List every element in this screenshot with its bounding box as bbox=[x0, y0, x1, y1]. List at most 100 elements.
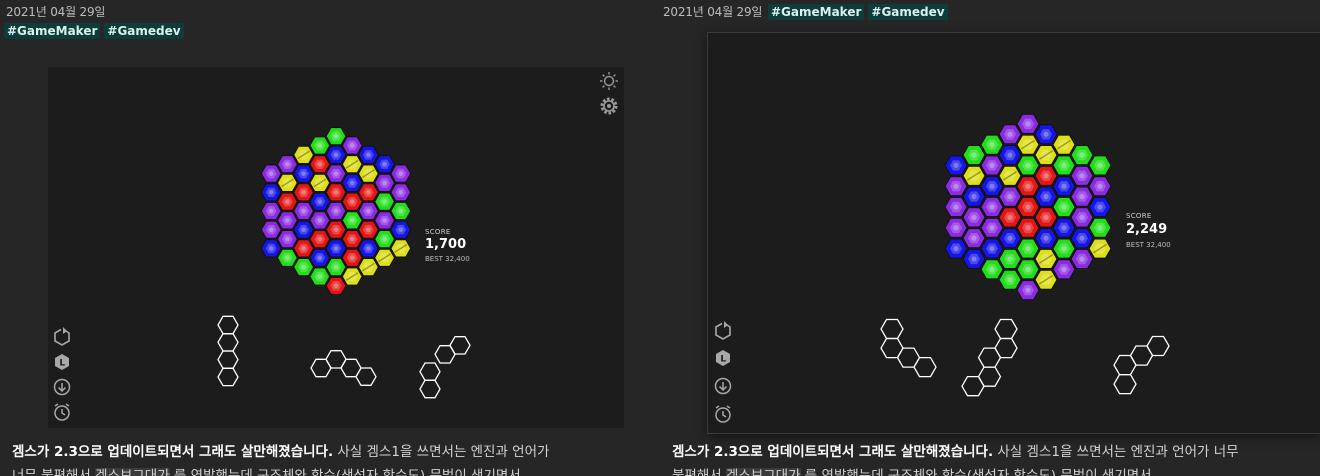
green-hex-gem[interactable] bbox=[1052, 238, 1076, 259]
blue-hex-gem[interactable] bbox=[980, 176, 1004, 197]
blue-hex-gem[interactable] bbox=[293, 220, 315, 239]
purple-hex-gem[interactable] bbox=[309, 211, 331, 230]
purple-hex-gem[interactable] bbox=[1070, 186, 1094, 207]
yellow-hex-gem[interactable] bbox=[998, 165, 1022, 186]
blue-hex-gem[interactable] bbox=[293, 164, 315, 183]
blue-hex-gem[interactable] bbox=[260, 239, 282, 258]
blue-hex-gem[interactable] bbox=[980, 238, 1004, 259]
blue-hex-gem[interactable] bbox=[325, 145, 347, 164]
red-hex-gem[interactable] bbox=[309, 155, 331, 174]
yellow-hex-gem[interactable] bbox=[1052, 134, 1076, 155]
blue-hex-gem[interactable] bbox=[1034, 124, 1058, 145]
blue-hex-gem[interactable] bbox=[357, 239, 379, 258]
next-piece-2[interactable] bbox=[961, 318, 1018, 397]
purple-hex-gem[interactable] bbox=[980, 217, 1004, 238]
yellow-hex-gem[interactable] bbox=[309, 173, 331, 192]
blue-hex-gem[interactable] bbox=[998, 228, 1022, 249]
purple-hex-gem[interactable] bbox=[341, 136, 363, 155]
yellow-hex-gem[interactable] bbox=[341, 267, 363, 286]
purple-hex-gem[interactable] bbox=[944, 176, 968, 197]
alarm-clock-icon[interactable] bbox=[54, 403, 70, 421]
green-hex-gem[interactable] bbox=[1088, 155, 1112, 176]
yellow-hex-gem[interactable] bbox=[1088, 238, 1112, 259]
blue-hex-gem[interactable] bbox=[341, 173, 363, 192]
purple-hex-gem[interactable] bbox=[1070, 165, 1094, 186]
red-hex-gem[interactable] bbox=[1016, 217, 1040, 238]
red-hex-gem[interactable] bbox=[357, 220, 379, 239]
yellow-hex-gem[interactable] bbox=[374, 248, 396, 267]
blue-hex-gem[interactable] bbox=[1052, 217, 1076, 238]
yellow-hex-gem[interactable] bbox=[1034, 248, 1058, 269]
red-hex-gem[interactable] bbox=[325, 276, 347, 295]
purple-hex-gem[interactable] bbox=[962, 207, 986, 228]
blue-hex-gem[interactable] bbox=[357, 145, 379, 164]
blue-hex-gem[interactable] bbox=[309, 248, 331, 267]
green-hex-gem[interactable] bbox=[1016, 259, 1040, 280]
blue-hex-gem[interactable] bbox=[309, 192, 331, 211]
tag-gamedev[interactable]: #Gamedev bbox=[104, 23, 184, 39]
tag-gamedev[interactable]: #Gamedev bbox=[868, 4, 948, 20]
red-hex-gem[interactable] bbox=[1034, 165, 1058, 186]
purple-hex-gem[interactable] bbox=[357, 201, 379, 221]
purple-hex-gem[interactable] bbox=[390, 164, 412, 183]
yellow-hex-gem[interactable] bbox=[1034, 145, 1058, 166]
green-hex-gem[interactable] bbox=[325, 258, 347, 277]
download-circle-icon[interactable] bbox=[714, 377, 732, 395]
purple-hex-gem[interactable] bbox=[998, 186, 1022, 207]
blue-hex-gem[interactable] bbox=[962, 248, 986, 269]
purple-hex-gem[interactable] bbox=[980, 155, 1004, 176]
yellow-hex-gem[interactable] bbox=[357, 258, 379, 277]
sun-icon[interactable] bbox=[600, 72, 618, 90]
yellow-hex-gem[interactable] bbox=[341, 155, 363, 174]
red-hex-gem[interactable] bbox=[357, 183, 379, 202]
yellow-hex-gem[interactable] bbox=[276, 173, 298, 192]
purple-hex-gem[interactable] bbox=[276, 155, 298, 174]
purple-hex-gem[interactable] bbox=[374, 211, 396, 230]
yellow-hex-gem[interactable] bbox=[390, 239, 412, 258]
purple-hex-gem[interactable] bbox=[1070, 207, 1094, 228]
download-circle-icon[interactable] bbox=[53, 378, 71, 396]
purple-hex-gem[interactable] bbox=[998, 124, 1022, 145]
blue-hex-gem[interactable] bbox=[325, 239, 347, 258]
next-piece-1[interactable] bbox=[217, 315, 239, 387]
alarm-clock-icon[interactable] bbox=[715, 405, 731, 423]
green-hex-gem[interactable] bbox=[374, 192, 396, 211]
green-hex-gem[interactable] bbox=[1016, 238, 1040, 259]
red-hex-gem[interactable] bbox=[341, 192, 363, 211]
green-hex-gem[interactable] bbox=[980, 134, 1004, 155]
red-hex-gem[interactable] bbox=[309, 230, 331, 249]
yellow-hex-gem[interactable] bbox=[1016, 134, 1040, 155]
red-hex-gem[interactable] bbox=[1016, 176, 1040, 197]
purple-hex-gem[interactable] bbox=[962, 228, 986, 249]
purple-hex-gem[interactable] bbox=[325, 201, 347, 221]
yellow-hex-gem[interactable] bbox=[357, 164, 379, 183]
yellow-hex-gem[interactable] bbox=[1034, 269, 1058, 290]
green-hex-gem[interactable] bbox=[309, 267, 331, 286]
next-piece-1[interactable] bbox=[880, 318, 937, 378]
green-hex-gem[interactable] bbox=[293, 258, 315, 277]
tag-gamemaker[interactable]: #GameMaker bbox=[768, 4, 865, 20]
red-hex-gem[interactable] bbox=[276, 192, 298, 211]
green-hex-gem[interactable] bbox=[962, 145, 986, 166]
purple-hex-gem[interactable] bbox=[276, 230, 298, 249]
green-hex-gem[interactable] bbox=[325, 127, 347, 146]
red-hex-gem[interactable] bbox=[1016, 196, 1040, 218]
green-hex-gem[interactable] bbox=[309, 136, 331, 155]
green-hex-gem[interactable] bbox=[276, 248, 298, 267]
red-hex-gem[interactable] bbox=[1034, 207, 1058, 228]
red-hex-gem[interactable] bbox=[341, 248, 363, 267]
purple-hex-gem[interactable] bbox=[980, 196, 1004, 218]
purple-hex-gem[interactable] bbox=[1088, 176, 1112, 197]
gear-icon[interactable] bbox=[600, 97, 618, 115]
purple-hex-gem[interactable] bbox=[1052, 259, 1076, 280]
purple-hex-gem[interactable] bbox=[276, 211, 298, 230]
green-hex-gem[interactable] bbox=[998, 269, 1022, 290]
green-hex-gem[interactable] bbox=[980, 259, 1004, 280]
purple-hex-gem[interactable] bbox=[260, 201, 282, 221]
restart-hex-icon[interactable] bbox=[54, 327, 70, 346]
purple-hex-gem[interactable] bbox=[944, 217, 968, 238]
red-hex-gem[interactable] bbox=[293, 183, 315, 202]
purple-hex-gem[interactable] bbox=[390, 183, 412, 202]
purple-hex-gem[interactable] bbox=[260, 220, 282, 239]
red-hex-gem[interactable] bbox=[998, 207, 1022, 228]
